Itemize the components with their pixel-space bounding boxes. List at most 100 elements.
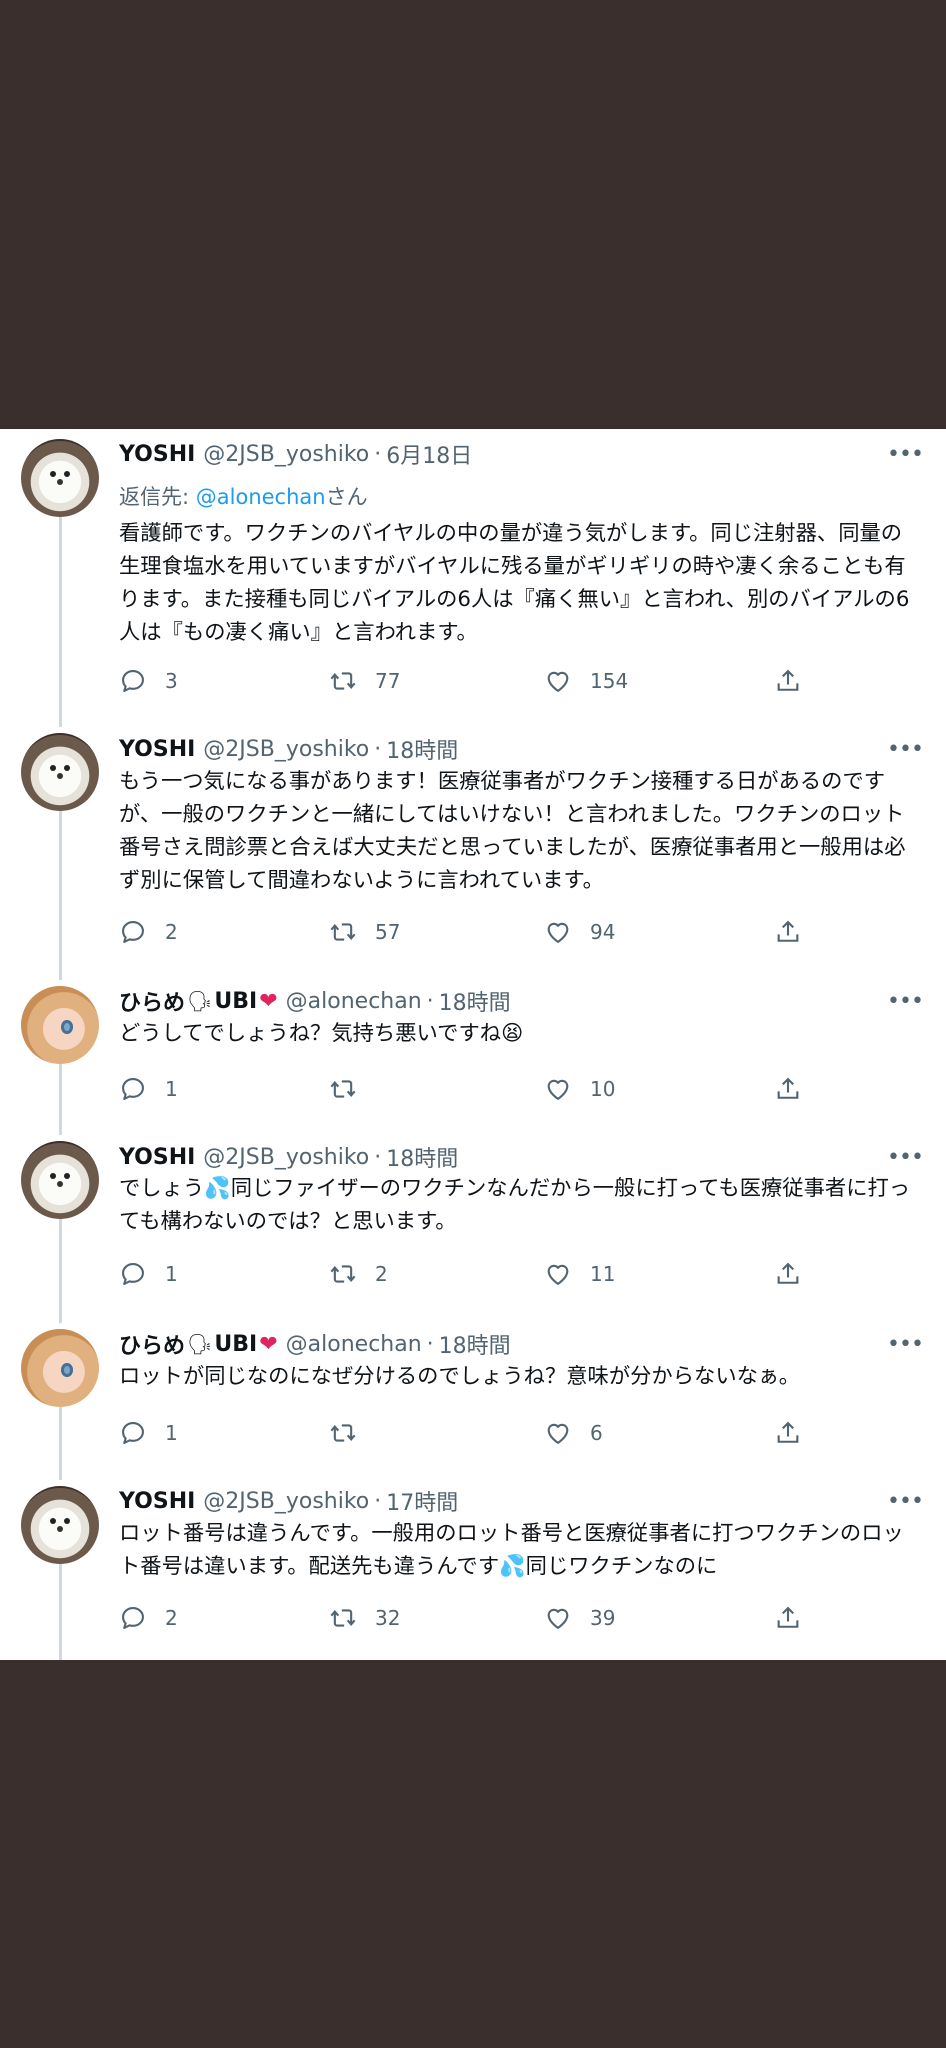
retweet-button[interactable]: 2 — [329, 1256, 388, 1292]
avatar[interactable] — [21, 733, 99, 811]
share-button[interactable] — [774, 1256, 802, 1292]
tweet[interactable]: YOSHI @2JSB_yoshiko · 6月18日 ••• 返信先: @al… — [0, 429, 946, 727]
username[interactable]: @2JSB_yoshiko — [203, 1489, 369, 1514]
display-name[interactable]: YOSHI — [119, 1489, 195, 1514]
retweet-button[interactable] — [329, 1071, 375, 1107]
tweet-text: 看護師です。ワクチンのバイヤルの中の量が違う気がします。同じ注射器、同量の生理食… — [119, 521, 910, 645]
reply-icon — [122, 1263, 144, 1285]
share-button[interactable] — [774, 1600, 802, 1636]
share-icon — [777, 1262, 799, 1284]
reply-icon — [122, 1422, 144, 1444]
retweet-icon — [330, 1080, 356, 1098]
reply-button[interactable]: 1 — [119, 1071, 178, 1107]
display-name[interactable]: YOSHI — [119, 1145, 195, 1170]
like-button[interactable]: 154 — [544, 663, 628, 699]
more-options-icon[interactable]: ••• — [887, 439, 924, 469]
reply-button[interactable]: 1 — [119, 1415, 178, 1451]
username[interactable]: @alonechan — [286, 989, 422, 1014]
tweet[interactable]: ひらめ 🗣 UBI ❤ @alonechan · 18時間 ••• どうしてでし… — [0, 975, 946, 1135]
more-options-icon[interactable]: ••• — [887, 734, 924, 764]
display-name[interactable]: YOSHI — [119, 737, 195, 762]
more-options-icon[interactable]: ••• — [887, 986, 924, 1016]
heart-icon — [547, 1264, 569, 1285]
username[interactable]: @2JSB_yoshiko — [203, 737, 369, 762]
reply-button[interactable]: 1 — [119, 1256, 178, 1292]
retweet-count: 2 — [375, 1262, 388, 1286]
like-button[interactable]: 10 — [544, 1071, 615, 1107]
share-button[interactable] — [774, 663, 802, 699]
like-count: 11 — [590, 1262, 616, 1286]
thread-line — [59, 810, 62, 980]
username[interactable]: @2JSB_yoshiko — [203, 1145, 369, 1170]
like-button[interactable]: 6 — [544, 1415, 603, 1451]
speaking-head-emoji: 🗣 — [187, 1332, 213, 1356]
like-button[interactable]: 11 — [544, 1256, 615, 1292]
tweet-text: でしょう💦同じファイザーのワクチンなんだから一般に打っても医療従事者に打っても構… — [119, 1176, 911, 1234]
heart-icon — [547, 1423, 569, 1444]
timestamp[interactable]: 18時間 — [439, 1328, 511, 1360]
red-heart-emoji: ❤ — [259, 988, 278, 1014]
thread-line — [59, 517, 62, 727]
tweet-actions: 3 77 154 — [119, 663, 819, 699]
tweet-header: YOSHI @2JSB_yoshiko · 17時間 — [119, 1485, 458, 1517]
retweet-count: 32 — [375, 1606, 401, 1630]
avatar[interactable] — [21, 439, 99, 517]
display-name-suffix: UBI — [214, 1331, 258, 1357]
reply-to-label: 返信先: — [119, 485, 196, 509]
speaking-head-emoji: 🗣 — [187, 989, 213, 1013]
timestamp[interactable]: 6月18日 — [386, 438, 472, 470]
tweet-header: YOSHI @2JSB_yoshiko · 18時間 — [119, 733, 458, 765]
avatar[interactable] — [21, 1486, 99, 1564]
retweet-button[interactable] — [329, 1415, 375, 1451]
tweet[interactable]: YOSHI @2JSB_yoshiko · 18時間 ••• もう一つ気になる事… — [0, 722, 946, 980]
avatar[interactable] — [21, 986, 99, 1064]
username[interactable]: @alonechan — [286, 1332, 422, 1357]
retweet-icon — [330, 1424, 356, 1442]
reply-to-mention[interactable]: @alonechan — [196, 485, 326, 509]
separator-dot: · — [426, 1331, 434, 1357]
reply-count: 3 — [165, 669, 178, 693]
timestamp[interactable]: 18時間 — [386, 733, 458, 765]
tweet-actions: 2 32 39 — [119, 1600, 819, 1636]
avatar[interactable] — [21, 1141, 99, 1219]
tweet-text: ロット番号は違うんです。一般用のロット番号と医療従事者に打つワクチンのロット番号… — [119, 1521, 904, 1579]
retweet-count: 77 — [375, 669, 401, 693]
tweet-header: ひらめ 🗣 UBI ❤ @alonechan · 18時間 — [119, 985, 511, 1017]
timestamp[interactable]: 18時間 — [439, 985, 511, 1017]
like-count: 154 — [590, 669, 629, 693]
like-button[interactable]: 39 — [544, 1600, 615, 1636]
retweet-button[interactable]: 32 — [329, 1600, 400, 1636]
separator-dot: · — [374, 1144, 382, 1170]
tweet-actions: 1 6 — [119, 1415, 819, 1451]
share-icon — [777, 1606, 799, 1628]
tweet[interactable]: YOSHI @2JSB_yoshiko · 18時間 ••• でしょう💦同じファ… — [0, 1130, 946, 1323]
avatar[interactable] — [21, 1329, 99, 1407]
display-name[interactable]: ひらめ — [119, 985, 185, 1017]
share-button[interactable] — [774, 914, 802, 950]
tweet-text: もう一つ気になる事があります！医療従事者がワクチン接種する日があるのですが、一般… — [119, 769, 906, 893]
tweet-actions: 1 2 11 — [119, 1256, 819, 1292]
reply-button[interactable]: 2 — [119, 1600, 178, 1636]
retweet-button[interactable]: 57 — [329, 914, 400, 950]
separator-dot: · — [426, 988, 434, 1014]
thread-line — [59, 1563, 62, 1660]
share-button[interactable] — [774, 1071, 802, 1107]
display-name[interactable]: YOSHI — [119, 442, 195, 467]
timestamp[interactable]: 18時間 — [386, 1141, 458, 1173]
more-options-icon[interactable]: ••• — [887, 1142, 924, 1172]
display-name[interactable]: ひらめ — [119, 1328, 185, 1360]
share-button[interactable] — [774, 1415, 802, 1451]
retweet-button[interactable]: 77 — [329, 663, 400, 699]
tweet[interactable]: YOSHI @2JSB_yoshiko · 17時間 ••• ロット番号は違うん… — [0, 1475, 946, 1660]
tweet-header: ひらめ 🗣 UBI ❤ @alonechan · 18時間 — [119, 1328, 511, 1360]
tweet[interactable]: ひらめ 🗣 UBI ❤ @alonechan · 18時間 ••• ロットが同じ… — [0, 1318, 946, 1480]
separator-dot: · — [374, 441, 382, 467]
thread-line — [59, 1063, 62, 1135]
reply-button[interactable]: 3 — [119, 663, 178, 699]
more-options-icon[interactable]: ••• — [887, 1329, 924, 1359]
like-button[interactable]: 94 — [544, 914, 615, 950]
more-options-icon[interactable]: ••• — [887, 1486, 924, 1516]
username[interactable]: @2JSB_yoshiko — [203, 442, 369, 467]
reply-button[interactable]: 2 — [119, 914, 178, 950]
timestamp[interactable]: 17時間 — [386, 1485, 458, 1517]
